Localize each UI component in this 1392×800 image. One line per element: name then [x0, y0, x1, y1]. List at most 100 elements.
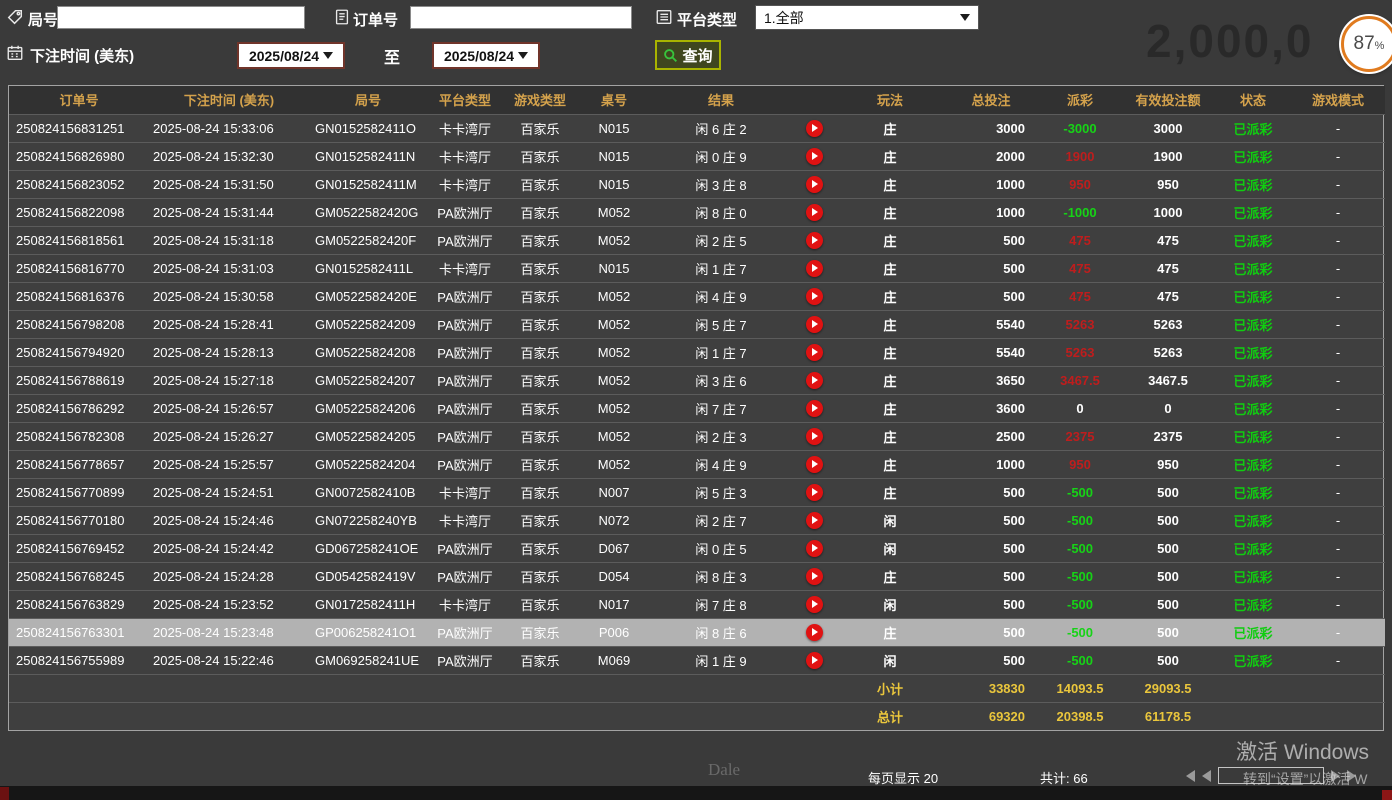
cell-side: 庄: [837, 562, 943, 590]
cell-status: 已派彩: [1215, 450, 1291, 478]
cell-payout: 475: [1039, 226, 1121, 254]
cell-total: 5540: [943, 338, 1039, 366]
cell-time: 2025-08-24 15:25:57: [149, 450, 309, 478]
cell-order: 250824156798208: [9, 310, 149, 338]
table-row[interactable]: 2508241567559892025-08-24 15:22:46GM0692…: [9, 646, 1385, 674]
cell-valid: 500: [1121, 646, 1215, 674]
play-video-icon[interactable]: [806, 232, 823, 249]
cell-game: 百家乐: [503, 506, 577, 534]
subtotal-payout: 14093.5: [1039, 674, 1121, 702]
first-page-icon[interactable]: [1186, 770, 1195, 782]
faint-background-text: Dale: [708, 760, 740, 780]
cell-table: N015: [577, 170, 651, 198]
grand-total-total-bet: 69320: [943, 702, 1039, 730]
column-header-round: 局号: [309, 86, 427, 114]
table-row[interactable]: 2508241567786572025-08-24 15:25:57GM0522…: [9, 450, 1385, 478]
cell-mode: -: [1291, 366, 1385, 394]
table-row[interactable]: 2508241568269802025-08-24 15:32:30GN0152…: [9, 142, 1385, 170]
cell-side: 庄: [837, 226, 943, 254]
table-row[interactable]: 2508241567708992025-08-24 15:24:51GN0072…: [9, 478, 1385, 506]
date-from-value: 2025/08/24: [249, 48, 319, 64]
table-row[interactable]: 2508241568220982025-08-24 15:31:44GM0522…: [9, 198, 1385, 226]
table-row[interactable]: 2508241567638292025-08-24 15:23:52GN0172…: [9, 590, 1385, 618]
table-row[interactable]: 2508241568312512025-08-24 15:33:06GN0152…: [9, 114, 1385, 142]
prev-page-icon[interactable]: [1202, 770, 1211, 782]
round-number-input[interactable]: [57, 6, 305, 29]
play-video-icon[interactable]: [806, 260, 823, 277]
calendar-icon: [6, 44, 24, 62]
query-button[interactable]: 查询: [655, 40, 721, 70]
table-row[interactable]: 2508241567701802025-08-24 15:24:46GN0722…: [9, 506, 1385, 534]
cell-mode: -: [1291, 142, 1385, 170]
platform-type-select[interactable]: 1.全部: [755, 5, 979, 30]
cell-valid: 475: [1121, 226, 1215, 254]
play-video-icon[interactable]: [806, 176, 823, 193]
table-row[interactable]: 2508241567682452025-08-24 15:24:28GD0542…: [9, 562, 1385, 590]
play-video-icon[interactable]: [806, 120, 823, 137]
play-video-icon[interactable]: [806, 344, 823, 361]
cell-payout: -3000: [1039, 114, 1121, 142]
cell-side: 庄: [837, 618, 943, 646]
date-from-picker[interactable]: 2025/08/24: [237, 42, 345, 69]
cell-game: 百家乐: [503, 254, 577, 282]
play-video-icon[interactable]: [806, 204, 823, 221]
table-row[interactable]: 2508241568167702025-08-24 15:31:03GN0152…: [9, 254, 1385, 282]
cell-time: 2025-08-24 15:23:48: [149, 618, 309, 646]
cell-table: M052: [577, 394, 651, 422]
table-row[interactable]: 2508241567633012025-08-24 15:23:48GP0062…: [9, 618, 1385, 646]
cell-play: [791, 282, 837, 310]
cell-status: 已派彩: [1215, 478, 1291, 506]
cell-side: 庄: [837, 170, 943, 198]
bottom-left-red-mark: [0, 787, 9, 800]
cell-result: 闲 8 庄 6: [651, 618, 791, 646]
percentage-badge[interactable]: 87%: [1341, 16, 1392, 72]
play-video-icon[interactable]: [806, 372, 823, 389]
cell-status: 已派彩: [1215, 590, 1291, 618]
cell-status: 已派彩: [1215, 394, 1291, 422]
cell-table: P006: [577, 618, 651, 646]
cell-table: M052: [577, 422, 651, 450]
table-row[interactable]: 2508241567949202025-08-24 15:28:13GM0522…: [9, 338, 1385, 366]
play-video-icon[interactable]: [806, 148, 823, 165]
play-video-icon[interactable]: [806, 484, 823, 501]
play-video-icon[interactable]: [806, 316, 823, 333]
play-video-icon[interactable]: [806, 288, 823, 305]
table-row[interactable]: 2508241568185612025-08-24 15:31:18GM0522…: [9, 226, 1385, 254]
play-video-icon[interactable]: [806, 456, 823, 473]
table-row[interactable]: 2508241568230522025-08-24 15:31:50GN0152…: [9, 170, 1385, 198]
cell-total: 500: [943, 506, 1039, 534]
order-number-input[interactable]: [410, 6, 632, 29]
play-video-icon[interactable]: [806, 568, 823, 585]
cell-result: 闲 3 庄 8: [651, 170, 791, 198]
play-video-icon[interactable]: [806, 540, 823, 557]
subtotal-label: 小计: [837, 674, 943, 702]
play-video-icon[interactable]: [806, 512, 823, 529]
cell-table: M052: [577, 366, 651, 394]
table-row[interactable]: 2508241567982082025-08-24 15:28:41GM0522…: [9, 310, 1385, 338]
cell-round: GM05225824207: [309, 366, 427, 394]
cell-status: 已派彩: [1215, 226, 1291, 254]
cell-table: M052: [577, 310, 651, 338]
play-video-icon[interactable]: [806, 400, 823, 417]
column-header-play: [791, 86, 837, 114]
cell-table: D054: [577, 562, 651, 590]
table-row[interactable]: 2508241567862922025-08-24 15:26:57GM0522…: [9, 394, 1385, 422]
table-row[interactable]: 2508241567886192025-08-24 15:27:18GM0522…: [9, 366, 1385, 394]
table-row[interactable]: 2508241567823082025-08-24 15:26:27GM0522…: [9, 422, 1385, 450]
play-video-icon[interactable]: [806, 624, 823, 641]
search-icon: [663, 48, 678, 63]
play-video-icon[interactable]: [806, 596, 823, 613]
table-row[interactable]: 2508241568163762025-08-24 15:30:58GM0522…: [9, 282, 1385, 310]
cell-status: 已派彩: [1215, 198, 1291, 226]
cell-game: 百家乐: [503, 618, 577, 646]
cell-mode: -: [1291, 534, 1385, 562]
cell-order: 250824156770899: [9, 478, 149, 506]
cell-game: 百家乐: [503, 366, 577, 394]
play-video-icon[interactable]: [806, 652, 823, 669]
cell-total: 5540: [943, 310, 1039, 338]
date-to-picker[interactable]: 2025/08/24: [432, 42, 540, 69]
table-row[interactable]: 2508241567694522025-08-24 15:24:42GD0672…: [9, 534, 1385, 562]
play-video-icon[interactable]: [806, 428, 823, 445]
cell-payout: -500: [1039, 646, 1121, 674]
cell-play: [791, 562, 837, 590]
